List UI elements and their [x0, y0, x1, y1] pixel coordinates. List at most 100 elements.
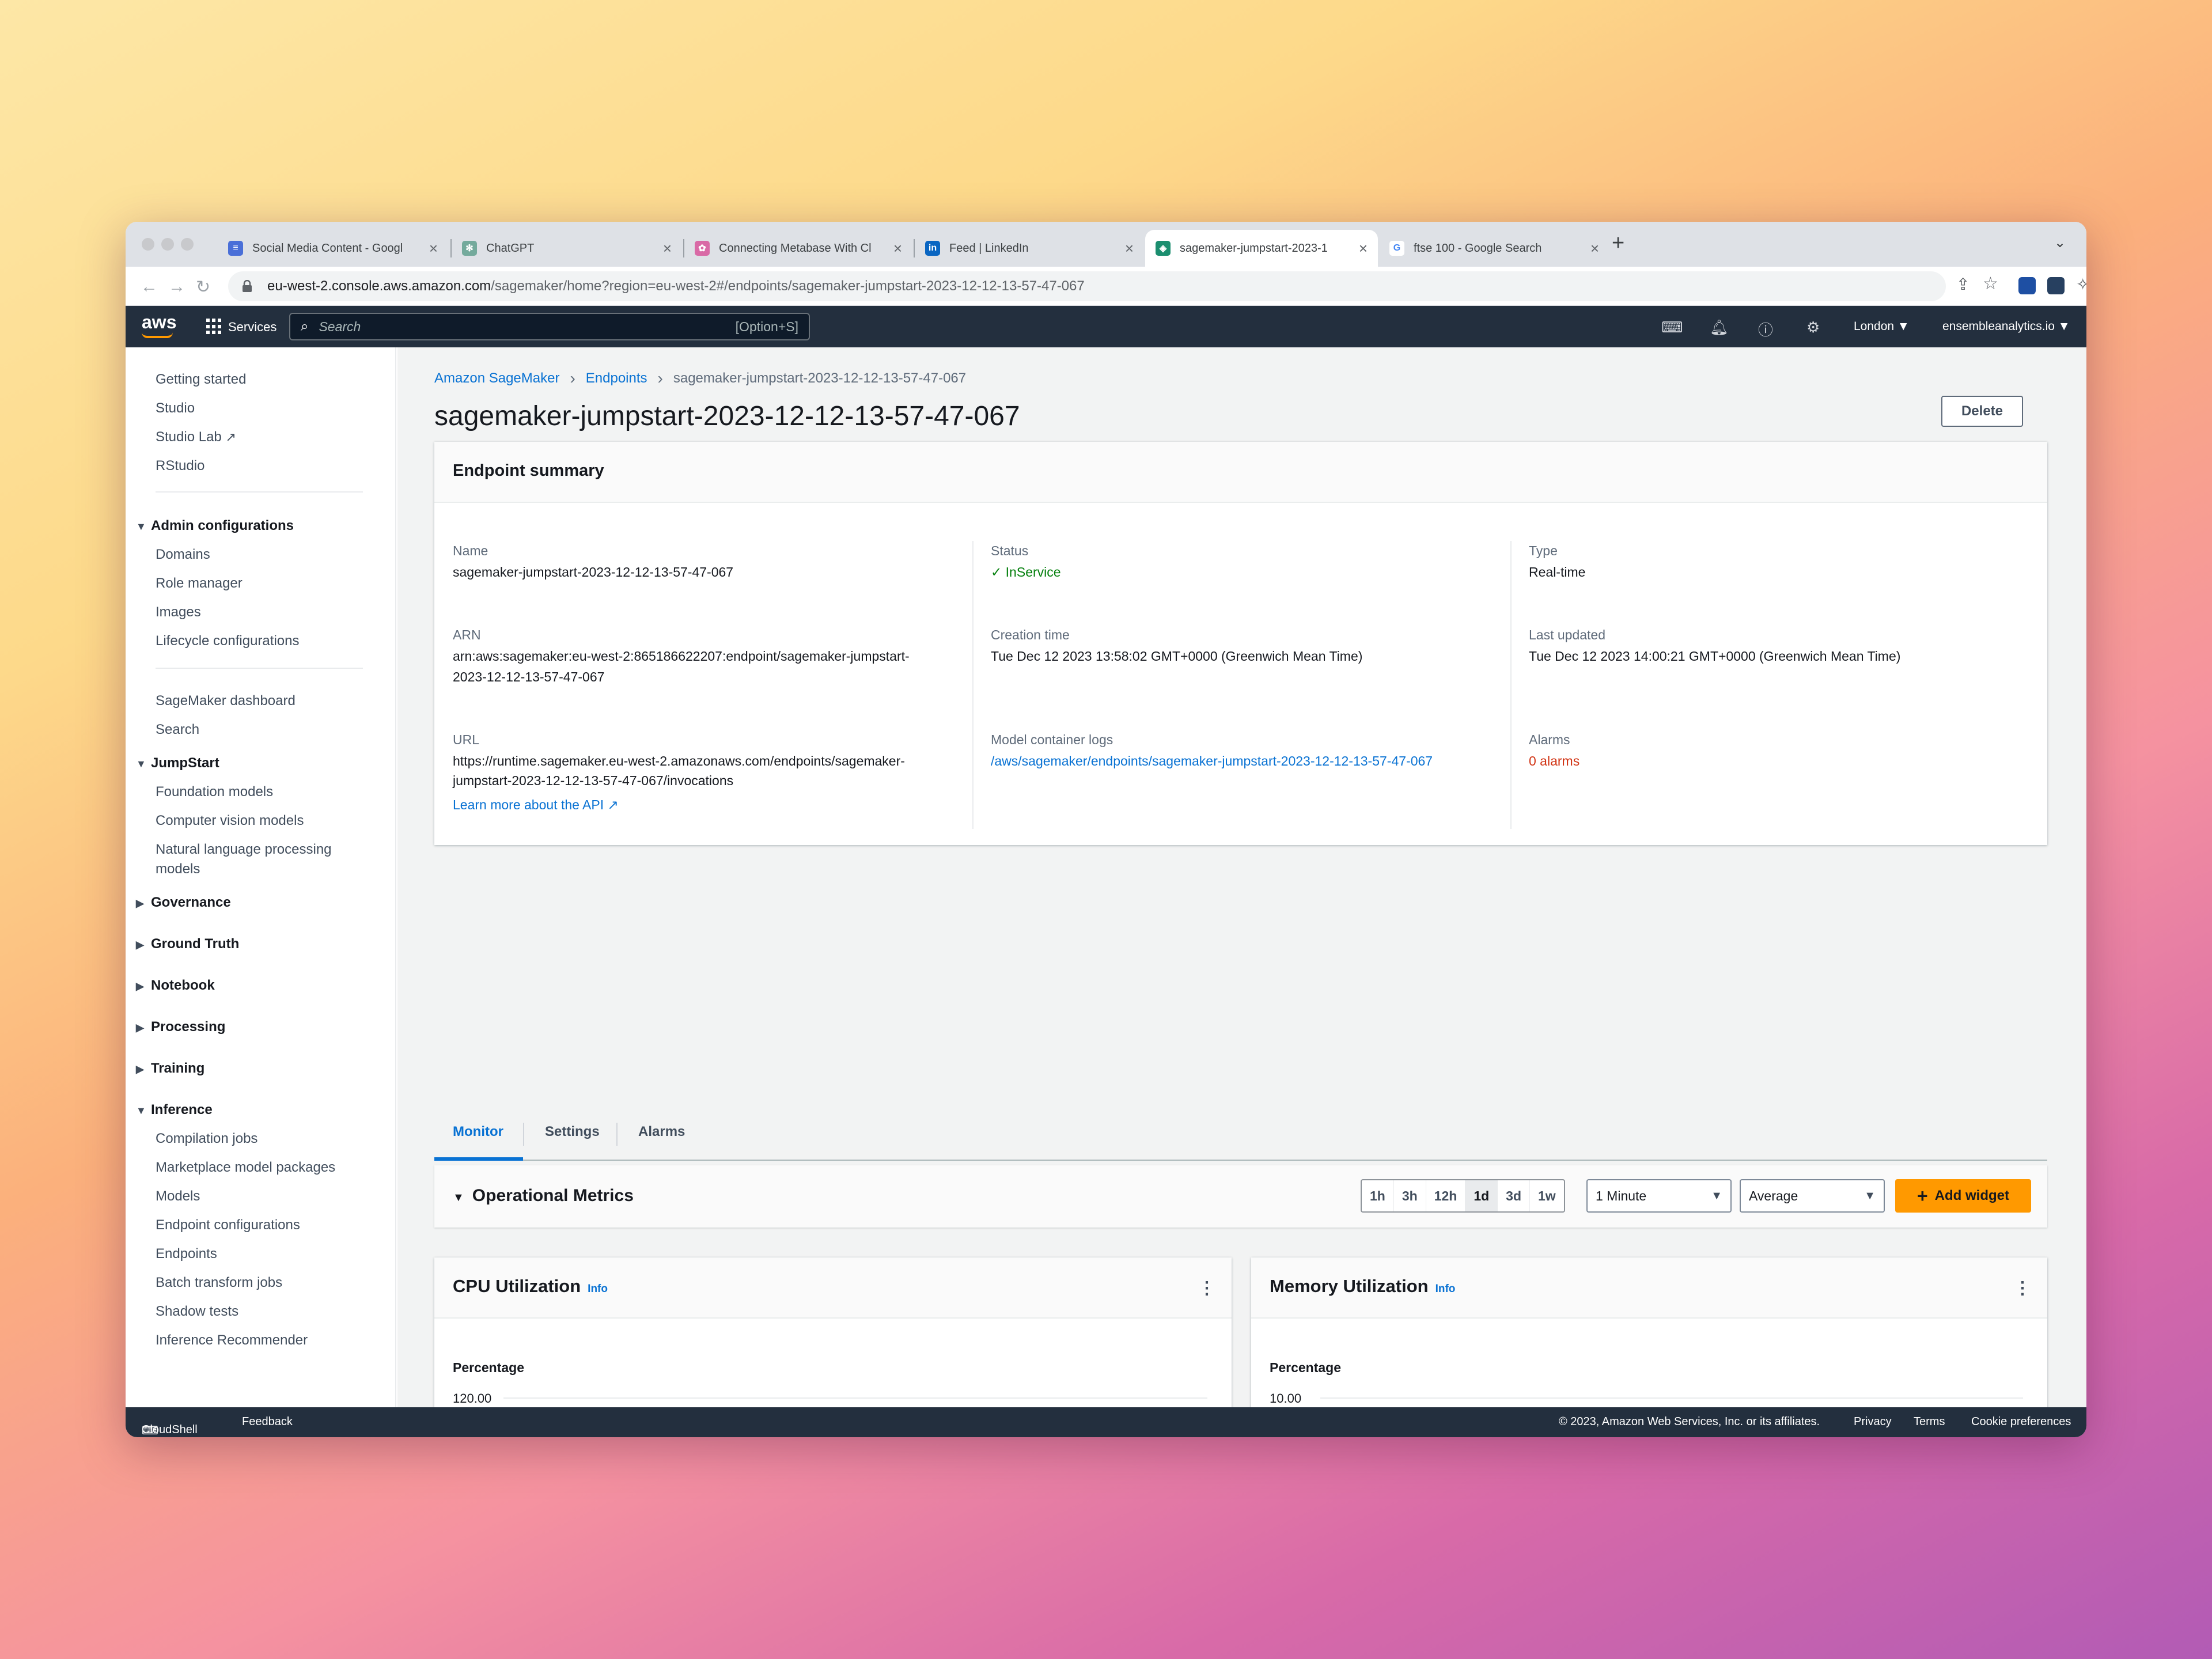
terms-link[interactable]: Terms: [1914, 1415, 1945, 1429]
range-1h[interactable]: 1h: [1362, 1180, 1394, 1211]
close-tab-icon[interactable]: ×: [663, 240, 672, 257]
sidebar-section-inference[interactable]: ▼ Inference: [136, 1102, 213, 1118]
account-menu[interactable]: ensembleanalytics.io ▼: [1942, 320, 2070, 334]
browser-tab[interactable]: G ftse 100 - Google Search ×: [1379, 230, 1609, 267]
sidebar-item-foundation-models[interactable]: Foundation models: [156, 784, 273, 800]
sidebar-item-inference-recommender[interactable]: Inference Recommender: [156, 1332, 308, 1349]
back-icon[interactable]: ←: [141, 277, 158, 297]
sidebar-item-studio-lab[interactable]: Studio Lab ↗: [156, 429, 236, 445]
container-logs-link[interactable]: /aws/sagemaker/endpoints/sagemaker-jumps…: [991, 751, 1433, 771]
statistic-select[interactable]: Average ▼: [1740, 1179, 1885, 1213]
sidebar-item-rstudio[interactable]: RStudio: [156, 458, 204, 474]
window-zoom-button[interactable]: [181, 238, 194, 251]
settings-gear-icon[interactable]: ⚙: [1806, 319, 1820, 336]
sidebar-item-models[interactable]: Models: [156, 1188, 200, 1205]
tab-monitor[interactable]: Monitor: [453, 1124, 503, 1140]
search-icon: ⌕: [301, 319, 309, 334]
sidebar-section-jumpstart[interactable]: ▼ JumpStart: [136, 755, 219, 771]
help-icon[interactable]: ⓘ: [1758, 319, 1773, 340]
operational-metrics-toggle[interactable]: ▼ Operational Metrics: [453, 1186, 634, 1206]
browser-tab[interactable]: ✻ ChatGPT ×: [452, 230, 682, 267]
add-widget-button[interactable]: + Add widget: [1895, 1179, 2031, 1213]
tab-search-chevron-icon[interactable]: ⌄: [2054, 234, 2066, 251]
range-3h[interactable]: 3h: [1394, 1180, 1426, 1211]
delete-button[interactable]: Delete: [1941, 396, 2023, 427]
learn-more-api-link[interactable]: Learn more about the API ↗: [453, 794, 619, 815]
tab-settings[interactable]: Settings: [545, 1124, 600, 1140]
logs-label: Model container logs: [991, 732, 1113, 747]
breadcrumb-sagemaker[interactable]: Amazon SageMaker: [434, 370, 559, 387]
cloudshell-icon[interactable]: ⌨: [1661, 319, 1683, 336]
extensions-puzzle-icon[interactable]: ✧: [2076, 275, 2086, 294]
share-icon[interactable]: ⇪: [1956, 275, 1969, 294]
caret-down-icon: ▼: [1864, 1189, 1876, 1202]
forward-icon[interactable]: →: [168, 277, 185, 297]
sidebar-section-ground-truth[interactable]: ▶ Ground Truth: [136, 936, 239, 952]
new-tab-icon[interactable]: +: [1612, 231, 1624, 256]
sidebar-item-endpoint-configurations[interactable]: Endpoint configurations: [156, 1217, 300, 1233]
services-grid-icon[interactable]: [206, 319, 222, 335]
aws-search-input[interactable]: ⌕ Search [Option+S]: [289, 313, 810, 340]
sidebar-item-batch-transform-jobs[interactable]: Batch transform jobs: [156, 1275, 282, 1291]
browser-tab[interactable]: ✿ Connecting Metabase With Cl ×: [684, 230, 912, 267]
detail-tabs: Monitor Settings Alarms: [434, 1107, 2047, 1161]
sidebar-item-nlp-models-cont[interactable]: models: [156, 861, 200, 877]
sidebar-item-compilation-jobs[interactable]: Compilation jobs: [156, 1131, 257, 1147]
close-tab-icon[interactable]: ×: [893, 240, 902, 257]
sidebar-section-notebook[interactable]: ▶ Notebook: [136, 978, 215, 994]
range-12h[interactable]: 12h: [1426, 1180, 1466, 1211]
privacy-link[interactable]: Privacy: [1854, 1415, 1892, 1429]
operational-metrics-header: ▼ Operational Metrics 1h 3h 12h 1d 3d 1w …: [434, 1165, 2047, 1228]
sidebar-section-training[interactable]: ▶ Training: [136, 1060, 204, 1077]
close-tab-icon[interactable]: ×: [1590, 240, 1599, 257]
browser-tab[interactable]: in Feed | LinkedIn ×: [915, 230, 1144, 267]
caret-down-icon: ▼: [136, 758, 146, 770]
page-title: sagemaker-jumpstart-2023-12-12-13-57-47-…: [434, 401, 1020, 431]
close-tab-icon[interactable]: ×: [1125, 240, 1134, 257]
range-3d[interactable]: 3d: [1498, 1180, 1531, 1211]
sidebar-item-lifecycle-configurations[interactable]: Lifecycle configurations: [156, 633, 299, 649]
close-tab-icon[interactable]: ×: [1359, 240, 1368, 257]
services-menu[interactable]: Services: [228, 320, 276, 335]
notifications-bell-icon[interactable]: 🔔︎: [1710, 319, 1729, 336]
sidebar-item-marketplace-model-packages[interactable]: Marketplace model packages: [156, 1160, 335, 1176]
sidebar-item-dashboard[interactable]: SageMaker dashboard: [156, 693, 296, 709]
extension-icon[interactable]: [2018, 277, 2036, 294]
creation-time-label: Creation time: [991, 627, 1070, 642]
reload-icon[interactable]: ↻: [196, 277, 210, 297]
tab-alarms[interactable]: Alarms: [638, 1124, 685, 1140]
range-1d[interactable]: 1d: [1465, 1180, 1498, 1211]
sidebar-section-processing[interactable]: ▶ Processing: [136, 1019, 225, 1035]
cookie-preferences-link[interactable]: Cookie preferences: [1971, 1415, 2071, 1429]
window-minimize-button[interactable]: [161, 238, 174, 251]
endpoint-summary-title: Endpoint summary: [453, 461, 604, 480]
sidebar-item-computer-vision-models[interactable]: Computer vision models: [156, 813, 304, 829]
browser-tab[interactable]: ≡ Social Media Content - Googl ×: [218, 230, 448, 267]
sidebar-item-getting-started[interactable]: Getting started: [156, 372, 246, 388]
sidebar-item-endpoints[interactable]: Endpoints: [156, 1246, 217, 1262]
breadcrumb-endpoints[interactable]: Endpoints: [586, 370, 647, 387]
sidebar-item-images[interactable]: Images: [156, 604, 201, 620]
sidebar-item-shadow-tests[interactable]: Shadow tests: [156, 1304, 238, 1320]
tab-strip: ≡ Social Media Content - Googl × ✻ ChatG…: [126, 222, 2086, 267]
url-field[interactable]: eu-west-2.console.aws.amazon.com/sagemak…: [228, 271, 1946, 301]
bookmark-star-icon[interactable]: ☆: [1983, 274, 1998, 294]
aws-logo[interactable]: aws: [142, 312, 176, 333]
aws-logo-smile-icon: [142, 332, 173, 338]
extension-react-icon[interactable]: [2047, 277, 2065, 294]
sidebar-section-governance[interactable]: ▶ Governance: [136, 895, 231, 911]
sidebar-item-studio[interactable]: Studio: [156, 400, 195, 416]
sidebar-item-domains[interactable]: Domains: [156, 547, 210, 563]
close-tab-icon[interactable]: ×: [429, 240, 438, 257]
sidebar-section-admin[interactable]: ▼ Admin configurations: [136, 518, 294, 534]
period-select[interactable]: 1 Minute ▼: [1586, 1179, 1732, 1213]
browser-tab-active[interactable]: ◈ sagemaker-jumpstart-2023-1 ×: [1145, 230, 1378, 267]
feedback-link[interactable]: Feedback: [242, 1415, 293, 1429]
region-selector[interactable]: London ▼: [1854, 320, 1910, 334]
sidebar-item-search[interactable]: Search: [156, 722, 199, 738]
window-close-button[interactable]: [142, 238, 154, 251]
aws-top-nav: aws Services ⌕ Search [Option+S] ⌨ 🔔︎ ⓘ …: [126, 306, 2086, 347]
sidebar-item-nlp-models[interactable]: Natural language processing: [156, 842, 332, 858]
range-1w[interactable]: 1w: [1530, 1180, 1564, 1211]
sidebar-item-role-manager[interactable]: Role manager: [156, 575, 243, 592]
